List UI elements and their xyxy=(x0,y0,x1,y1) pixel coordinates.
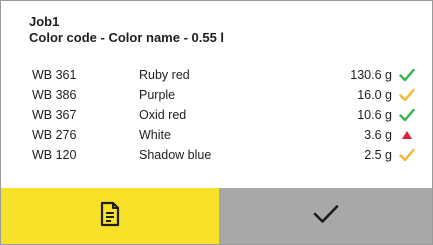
colorant-name: Ruby red xyxy=(139,68,190,82)
colorant-code: WB 367 xyxy=(32,108,77,122)
colorant-name: Purple xyxy=(139,88,176,102)
colorant-list: WB 361 Ruby red 130.6 g WB 386 Purple 16… xyxy=(29,65,419,165)
colorant-row: WB 120 Shadow blue 2.5 g xyxy=(29,145,419,165)
colorant-name: White xyxy=(139,128,171,142)
colorant-code: WB 386 xyxy=(32,88,77,102)
check-icon xyxy=(399,88,415,102)
colorant-code: WB 361 xyxy=(32,68,77,82)
check-icon xyxy=(399,108,415,122)
colorant-code: WB 120 xyxy=(32,148,77,162)
colorant-row: WB 386 Purple 16.0 g xyxy=(29,85,419,105)
colorant-amount: 130.6 g xyxy=(350,68,392,82)
job-subtitle: Color code - Color name - 0.55 l xyxy=(29,30,225,45)
check-icon xyxy=(399,148,415,162)
colorant-amount: 3.6 g xyxy=(364,128,392,142)
colorant-code: WB 276 xyxy=(32,128,77,142)
action-bar xyxy=(1,188,432,244)
job-screen: Job1 Color code - Color name - 0.55 l WB… xyxy=(0,0,433,245)
colorant-amount: 2.5 g xyxy=(364,148,392,162)
document-icon xyxy=(99,201,121,232)
colorant-name: Oxid red xyxy=(139,108,187,122)
confirm-button[interactable] xyxy=(219,188,432,244)
colorant-name: Shadow blue xyxy=(139,148,212,162)
colorant-row: WB 361 Ruby red 130.6 g xyxy=(29,65,419,85)
colorant-row: WB 276 White 3.6 g xyxy=(29,125,419,145)
checkmark-icon xyxy=(313,204,339,229)
job-header: Job1 Color code - Color name - 0.55 l xyxy=(29,14,224,46)
warning-triangle-icon xyxy=(399,128,415,142)
colorant-amount: 16.0 g xyxy=(357,88,392,102)
report-button[interactable] xyxy=(1,188,219,244)
check-icon xyxy=(399,68,415,82)
job-title: Job1 xyxy=(29,14,60,29)
colorant-row: WB 367 Oxid red 10.6 g xyxy=(29,105,419,125)
colorant-amount: 10.6 g xyxy=(357,108,392,122)
